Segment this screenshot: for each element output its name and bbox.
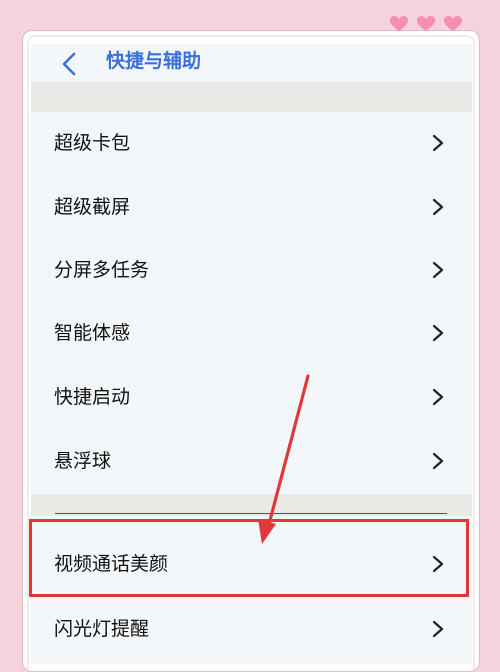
heart-icon: [444, 16, 462, 34]
menu-item-label: 分屏多任务: [54, 259, 150, 281]
chevron-left-icon: [62, 52, 76, 76]
heart-icon: [417, 16, 435, 34]
chevron-right-icon: [432, 620, 444, 638]
chevron-right-icon: [432, 198, 444, 216]
divider-line: [55, 513, 447, 514]
back-button[interactable]: [59, 48, 83, 80]
heart-icon: [390, 16, 408, 34]
chevron-right-icon: [432, 452, 444, 470]
annotation-highlight-box: [29, 519, 469, 597]
menu-item-quick-launch[interactable]: 快捷启动: [31, 366, 472, 428]
menu-item-super-screenshot[interactable]: 超级截屏: [31, 176, 472, 238]
hearts-decoration: [390, 16, 462, 34]
menu-item-flash-reminder[interactable]: 闪光灯提醒: [31, 598, 472, 660]
menu-item-label: 闪光灯提醒: [54, 618, 150, 640]
menu-item-smart-motion[interactable]: 智能体感: [31, 302, 472, 364]
chevron-right-icon: [432, 261, 444, 279]
chevron-right-icon: [432, 324, 444, 342]
menu-item-label: 超级截屏: [54, 196, 131, 218]
menu-item-label: 快捷启动: [54, 386, 131, 408]
menu-item-super-card-pack[interactable]: 超级卡包: [31, 112, 472, 174]
menu-item-label: 悬浮球: [54, 450, 112, 472]
chevron-right-icon: [432, 388, 444, 406]
page-title: 快捷与辅助: [106, 50, 202, 72]
menu-item-floating-ball[interactable]: 悬浮球: [31, 430, 472, 492]
header-separator-band: [31, 82, 472, 112]
chevron-right-icon: [432, 134, 444, 152]
menu-item-label: 智能体感: [54, 322, 131, 344]
menu-item-split-screen[interactable]: 分屏多任务: [31, 239, 472, 301]
menu-item-label: 超级卡包: [54, 132, 131, 154]
